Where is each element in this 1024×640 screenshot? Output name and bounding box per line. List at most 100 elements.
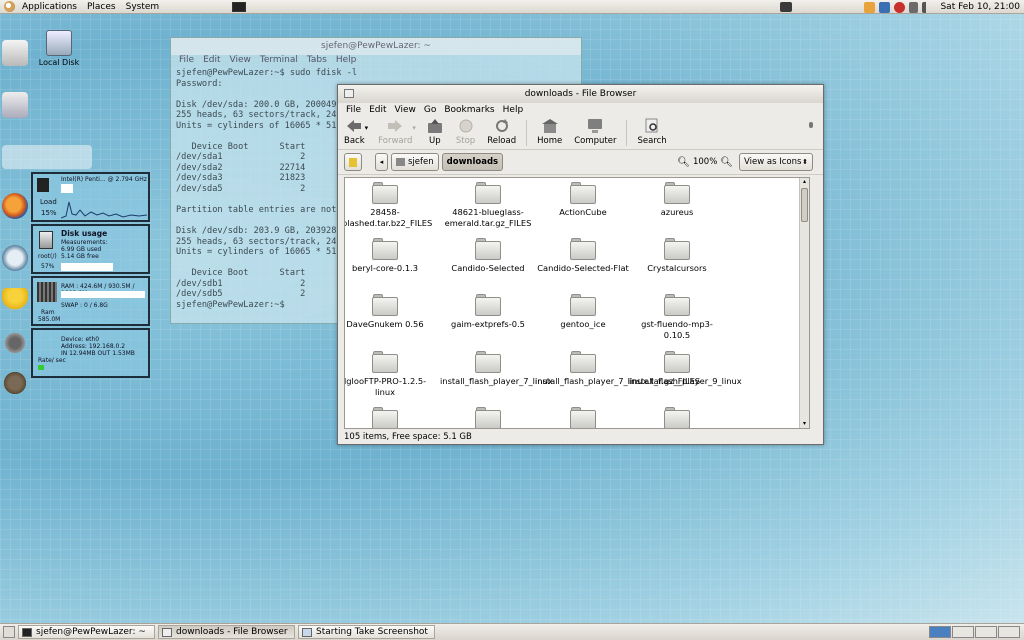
vertical-scrollbar[interactable]: ▴ ▾ xyxy=(799,178,809,428)
file-item-label: gentoo_ice xyxy=(560,319,606,329)
clock[interactable]: Sat Feb 10, 21:00 xyxy=(934,2,1024,12)
file-item[interactable]: 28458-splashed.tar.bz2_FILES xyxy=(345,178,433,228)
file-item[interactable]: gst-fluendo-mp3-0.10.5 xyxy=(629,290,725,340)
file-item[interactable]: gaim-extprefs-0.5 xyxy=(440,290,536,330)
scroll-up-arrow[interactable]: ▴ xyxy=(800,178,809,186)
zoom-level[interactable]: 100% xyxy=(693,157,717,167)
folder-icon xyxy=(664,294,690,316)
terminal-launcher-icon[interactable] xyxy=(232,1,247,12)
toggle-location-entry-button[interactable] xyxy=(344,153,362,171)
back-history-dropdown[interactable]: ▾ xyxy=(365,124,369,132)
user-icon[interactable] xyxy=(864,1,876,13)
file-item[interactable]: install_flash_player_7_linux.tar.gz_FILE… xyxy=(535,347,700,387)
file-browser-window[interactable]: downloads - File Browser File Edit View … xyxy=(337,84,824,445)
terminal-menu-help[interactable]: Help xyxy=(336,55,357,68)
menu-bookmarks[interactable]: Bookmarks xyxy=(444,105,494,115)
terminal-titlebar[interactable]: sjefen@PewPewLazer: ~ xyxy=(171,38,581,55)
file-item[interactable]: DaveGnukem 0.56 xyxy=(345,290,433,330)
workspace-2[interactable] xyxy=(952,626,974,638)
terminal-menu-edit[interactable]: Edit xyxy=(203,55,220,68)
stop-button[interactable]: Stop xyxy=(456,118,475,146)
file-browser-titlebar[interactable]: downloads - File Browser xyxy=(338,85,823,103)
scrollbar-thumb[interactable] xyxy=(801,188,808,222)
file-item[interactable]: Candido-Selected-Flat xyxy=(535,234,631,274)
zoom-in-icon[interactable]: 🔍︎ xyxy=(720,157,733,168)
path-button-sjefen[interactable]: sjefen xyxy=(391,153,439,171)
network-icon[interactable] xyxy=(879,1,891,13)
task-take-screenshot[interactable]: Starting Take Screenshot xyxy=(298,625,435,639)
show-desktop-button[interactable] xyxy=(3,626,15,638)
gnome-foot-icon[interactable] xyxy=(4,1,15,12)
menu-view[interactable]: View xyxy=(395,105,416,115)
file-item[interactable]: install_flash_player_9_linux xyxy=(629,347,742,387)
scroll-down-arrow[interactable]: ▾ xyxy=(800,420,809,428)
file-item[interactable] xyxy=(629,403,725,428)
forward-history-dropdown[interactable]: ▾ xyxy=(412,124,416,132)
folder-icon xyxy=(664,182,690,204)
terminal-menu-file[interactable]: File xyxy=(179,55,194,68)
battery-icon[interactable] xyxy=(909,1,919,13)
file-item[interactable]: Candido-Selected xyxy=(440,234,536,274)
forward-button[interactable]: Forward xyxy=(378,118,412,146)
file-item[interactable]: install_flash_player_7_linux xyxy=(440,347,553,387)
window-menu-icon[interactable] xyxy=(344,89,354,98)
computer-button[interactable]: Computer xyxy=(574,118,616,146)
workspace-3[interactable] xyxy=(975,626,997,638)
task-terminal[interactable]: sjefen@PewPewLazer: ~ xyxy=(18,625,155,639)
firefox-icon[interactable] xyxy=(2,193,28,219)
terminal-menu-tabs[interactable]: Tabs xyxy=(307,55,327,68)
local-disk-desktop-icon[interactable]: Local Disk xyxy=(38,30,80,67)
disk-pct: 57% xyxy=(41,263,55,270)
reload-button[interactable]: Reload xyxy=(487,118,516,146)
user-buddy-icon[interactable] xyxy=(2,288,28,314)
computer-launcher-icon[interactable] xyxy=(2,40,28,66)
gimp-icon[interactable] xyxy=(2,370,28,396)
file-item[interactable]: Crystalcursors xyxy=(629,234,725,274)
menu-system[interactable]: System xyxy=(121,2,165,12)
path-button-downloads[interactable]: downloads xyxy=(441,153,504,171)
folder-drawer-icon[interactable] xyxy=(2,145,92,169)
search-button[interactable]: Search xyxy=(637,118,667,146)
file-item[interactable] xyxy=(345,403,433,428)
menu-applications[interactable]: Applications xyxy=(17,2,82,12)
workspace-4[interactable] xyxy=(998,626,1020,638)
cpu-title: Intel(R) Penti... @ 2.794 GHz xyxy=(61,176,147,183)
file-item[interactable]: 48621-blueglass-emerald.tar.gz_FILES xyxy=(440,178,536,228)
volume-icon[interactable] xyxy=(922,1,933,13)
net-device: Device: eth0 xyxy=(61,336,100,343)
file-item[interactable]: gentoo_ice xyxy=(535,290,631,330)
task-file-browser[interactable]: downloads - File Browser xyxy=(158,625,295,639)
file-item-label: Crystalcursors xyxy=(647,263,707,273)
menu-edit[interactable]: Edit xyxy=(369,105,386,115)
file-item[interactable]: beryl-core-0.1.3 xyxy=(345,234,433,274)
cpu-chip-icon xyxy=(37,178,49,192)
menu-file[interactable]: File xyxy=(346,105,361,115)
menu-places[interactable]: Places xyxy=(82,2,121,12)
up-button[interactable]: Up xyxy=(426,118,444,146)
home-button[interactable]: Home xyxy=(537,118,562,146)
menu-help[interactable]: Help xyxy=(503,105,524,115)
update-notifier-icon[interactable] xyxy=(894,1,906,13)
net-traffic: IN 12.94MB OUT 1.53MB xyxy=(61,350,135,357)
search-icon xyxy=(645,118,658,133)
messenger-icon[interactable] xyxy=(2,245,28,271)
file-item[interactable] xyxy=(535,403,631,428)
menu-go[interactable]: Go xyxy=(424,105,436,115)
icon-view[interactable]: 28458-splashed.tar.bz2_FILES 48621-bluegl… xyxy=(344,177,810,429)
audio-speaker-icon[interactable] xyxy=(2,330,28,356)
path-scroll-left-button[interactable]: ◂ xyxy=(375,153,388,171)
file-item[interactable]: ActionCube xyxy=(535,178,631,218)
back-button[interactable]: Back xyxy=(344,118,365,146)
file-item[interactable]: azureus xyxy=(629,178,725,218)
workspace-1[interactable] xyxy=(929,626,951,638)
network-places-icon[interactable] xyxy=(2,92,28,118)
terminal-menu-view[interactable]: View xyxy=(230,55,251,68)
view-mode-select[interactable]: View as Icons ⬍ xyxy=(739,153,813,171)
file-item[interactable] xyxy=(440,403,536,428)
file-browser-menubar: File Edit View Go Bookmarks Help xyxy=(338,103,823,116)
file-item-label: install_flash_player_7_linux xyxy=(440,376,553,386)
terminal-menu-terminal[interactable]: Terminal xyxy=(260,55,298,68)
zoom-out-icon[interactable]: 🔍︎ xyxy=(677,157,690,168)
file-item[interactable]: IglooFTP-PRO-1.2.5-linux xyxy=(345,347,433,397)
show-desktop-icon[interactable] xyxy=(780,2,793,12)
